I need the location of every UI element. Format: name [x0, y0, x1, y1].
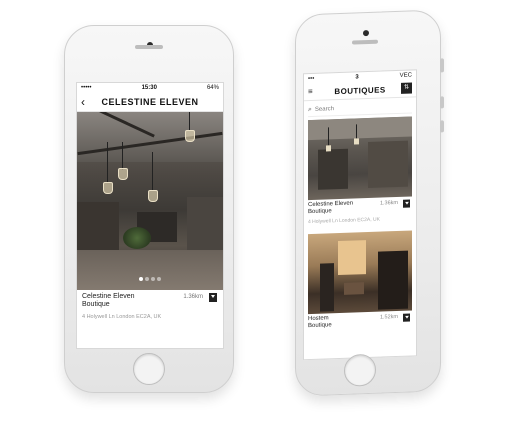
search-bar[interactable]: ⌕ Search	[308, 100, 412, 118]
earpiece-speaker	[352, 39, 378, 45]
volume-up-button	[440, 96, 444, 109]
signal-indicator: •••	[308, 75, 315, 83]
boutique-card[interactable]: Celestine Eleven Boutique 1.36km 4 Holyw…	[308, 116, 412, 232]
gallery-page-indicator[interactable]	[77, 268, 223, 286]
boutique-address: 4 Holywell Ln London EC2A, UK	[308, 216, 380, 226]
boutiques-list-screen: ••• 3 VEC ≡ BOUTIQUES ⇅ ⌕ Search Celesti…	[303, 69, 417, 361]
status-time: 3	[355, 74, 359, 81]
boutique-detail-screen: ••••• 15:30 64% ‹ CELESTINE ELEVEN Celes…	[76, 82, 224, 349]
signal-indicator: •••••	[81, 85, 92, 91]
boutique-address: 4 Holywell Ln London EC2A, UK	[82, 314, 162, 320]
navigation-bar: ≡ BOUTIQUES ⇅	[304, 80, 416, 102]
boutique-info-card[interactable]: Celestine Eleven Boutique 1.36km 4 Holyw…	[77, 290, 223, 334]
home-button[interactable]	[344, 353, 376, 387]
bookmark-icon[interactable]	[209, 293, 217, 302]
filter-icon[interactable]: ⇅	[401, 82, 412, 94]
boutique-photo-gallery[interactable]	[77, 112, 223, 290]
front-camera	[363, 29, 369, 37]
boutique-distance: 1.52km	[379, 313, 398, 321]
boutique-photo	[308, 116, 412, 201]
menu-icon[interactable]: ≡	[308, 87, 313, 96]
earpiece-speaker	[135, 45, 163, 49]
page-title: CELESTINE ELEVEN	[101, 97, 199, 107]
boutique-distance: 1.36km	[379, 199, 398, 207]
search-input[interactable]: Search	[315, 106, 334, 113]
status-time: 15:30	[141, 85, 157, 91]
battery-indicator: VEC	[399, 72, 412, 79]
page-title: BOUTIQUES	[334, 84, 386, 96]
boutique-photo	[308, 230, 412, 315]
boutique-distance: 1.36km	[183, 294, 203, 300]
status-bar: ••••• 15:30 64%	[77, 83, 223, 93]
mute-switch	[440, 58, 444, 73]
bookmark-icon[interactable]	[403, 313, 410, 322]
bookmark-icon[interactable]	[403, 199, 410, 208]
phone-right: ••• 3 VEC ≡ BOUTIQUES ⇅ ⌕ Search Celesti…	[295, 9, 444, 397]
phone-left: ••••• 15:30 64% ‹ CELESTINE ELEVEN Celes…	[64, 25, 234, 393]
volume-down-button	[440, 120, 444, 133]
home-button[interactable]	[133, 353, 165, 385]
boutique-card[interactable]: Hostem Boutique 1.52km	[308, 230, 412, 346]
search-icon: ⌕	[308, 105, 312, 114]
back-arrow-icon[interactable]: ‹	[81, 95, 85, 109]
boutique-type: Boutique	[82, 301, 110, 308]
battery-indicator: 64%	[206, 85, 219, 91]
navigation-bar: ‹ CELESTINE ELEVEN	[77, 93, 223, 112]
